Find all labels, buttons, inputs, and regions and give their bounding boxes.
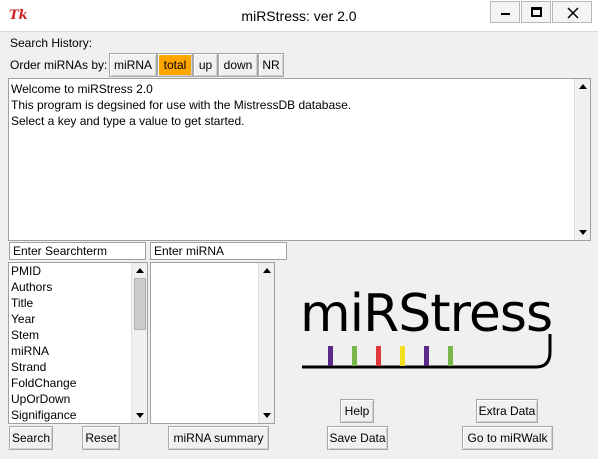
search-button[interactable]: Search: [9, 426, 53, 450]
save-data-button[interactable]: Save Data: [327, 426, 388, 450]
search-term-input[interactable]: Enter Searchterm: [9, 242, 146, 260]
mirna-input[interactable]: Enter miRNA: [150, 242, 287, 260]
order-nr-button[interactable]: NR: [258, 53, 284, 77]
key-item-year[interactable]: Year: [11, 311, 35, 327]
scroll-down-icon: [263, 413, 271, 418]
output-scrollbar[interactable]: [574, 79, 590, 240]
logo-bar: [448, 346, 453, 366]
scroll-up-icon: [136, 268, 144, 273]
maximize-icon: [531, 7, 542, 17]
output-textarea[interactable]: Welcome to miRStress 2.0 This program is…: [8, 78, 591, 241]
close-button[interactable]: [552, 1, 592, 23]
scroll-thumb[interactable]: [134, 278, 146, 330]
logo-bar: [352, 346, 357, 366]
mirna-list-scrollbar[interactable]: [258, 263, 274, 423]
mirna-summary-button[interactable]: miRNA summary: [168, 426, 269, 450]
output-line-3: Select a key and type a value to get sta…: [11, 114, 245, 128]
key-item-authors[interactable]: Authors: [11, 279, 52, 295]
key-item-signifigance[interactable]: Signifigance: [11, 407, 76, 423]
scroll-up-icon: [263, 268, 271, 273]
minimize-icon: [501, 13, 510, 15]
order-mirna-button[interactable]: miRNA: [109, 53, 157, 77]
scroll-down-icon: [136, 413, 144, 418]
logo-bar: [424, 346, 429, 366]
mirna-input-value: Enter miRNA: [154, 244, 225, 258]
logo-bar: [328, 346, 333, 366]
key-item-pmid[interactable]: PMID: [11, 263, 41, 279]
output-line-2: This program is degsined for use with th…: [11, 98, 352, 112]
output-line-1: Welcome to miRStress 2.0: [11, 82, 153, 96]
search-term-value: Enter Searchterm: [13, 244, 108, 258]
key-item-upordown[interactable]: UpOrDown: [11, 391, 70, 407]
key-item-strand[interactable]: Strand: [11, 359, 46, 375]
key-item-stem[interactable]: Stem: [11, 327, 39, 343]
logo-bar: [376, 346, 381, 366]
search-history-label: Search History:: [10, 36, 93, 50]
logo-graphic: [302, 334, 552, 369]
key-item-title[interactable]: Title: [11, 295, 33, 311]
mirstress-logo: miRStress: [300, 284, 560, 376]
extra-data-button[interactable]: Extra Data: [476, 399, 538, 423]
order-down-button[interactable]: down: [218, 53, 258, 77]
go-to-mirwalk-button[interactable]: Go to miRWalk: [462, 426, 553, 450]
reset-button[interactable]: Reset: [82, 426, 120, 450]
key-item-mirna[interactable]: miRNA: [11, 343, 49, 359]
key-listbox[interactable]: PMID Authors Title Year Stem miRNA Stran…: [8, 262, 148, 424]
key-item-foldchange[interactable]: FoldChange: [11, 375, 76, 391]
title-bar[interactable]: Tk miRStress: ver 2.0: [0, 0, 598, 32]
scroll-up-icon: [579, 84, 587, 89]
scroll-down-icon: [579, 230, 587, 235]
minimize-button[interactable]: [490, 1, 520, 23]
order-total-button[interactable]: total: [157, 53, 193, 77]
logo-bar: [400, 346, 405, 366]
order-up-button[interactable]: up: [193, 53, 218, 77]
help-button[interactable]: Help: [340, 399, 374, 423]
key-list-scrollbar[interactable]: [131, 263, 147, 423]
maximize-button[interactable]: [521, 1, 551, 23]
close-icon: [567, 7, 579, 19]
mirna-listbox[interactable]: [150, 262, 275, 424]
order-label: Order miRNAs by:: [10, 58, 108, 72]
